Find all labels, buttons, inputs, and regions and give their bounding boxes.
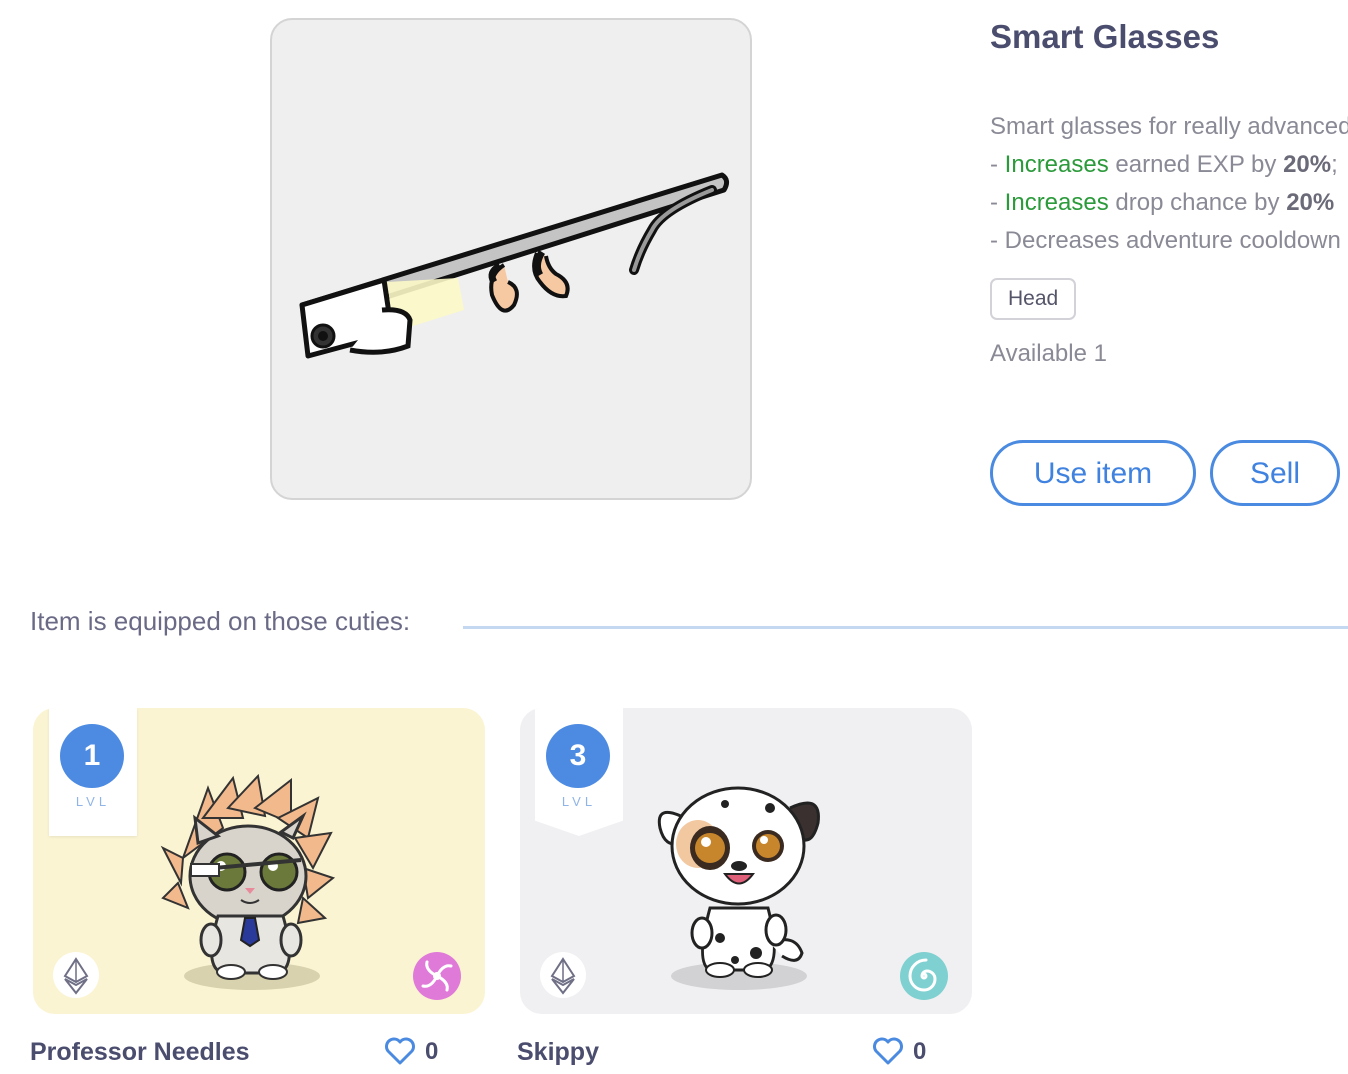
line-value: 20%: [1286, 189, 1335, 216]
section-divider: [463, 626, 1348, 629]
sell-button[interactable]: Sell: [1210, 440, 1340, 506]
level-number: 3: [546, 724, 610, 788]
heart-icon[interactable]: [872, 1036, 904, 1066]
line-value: 20%: [1283, 151, 1332, 178]
level-label: LVL: [561, 794, 597, 809]
item-title: Smart Glasses: [990, 18, 1220, 55]
line-prefix: -: [990, 189, 1005, 216]
ethereum-icon: [53, 952, 99, 998]
air-element-icon: [413, 952, 461, 1000]
equipped-section-label: Item is equipped on those cuties:: [30, 606, 411, 636]
item-info-panel: Smart Glasses Smart glasses for really a…: [990, 0, 1348, 520]
line-prefix: -: [990, 151, 1005, 178]
cutie-name[interactable]: Professor Needles: [30, 1038, 250, 1067]
description-line-cooldown: - Decreases adventure cooldown: [990, 227, 1341, 254]
available-count: Available 1: [990, 340, 1107, 367]
smart-glasses-icon: [299, 172, 730, 359]
description-line-exp: - Increases earned EXP by 20%;: [990, 146, 1348, 184]
level-badge: 1 LVL: [49, 708, 137, 836]
ethereum-icon: [540, 952, 586, 998]
level-number: 1: [60, 724, 124, 788]
cutie-card-skippy[interactable]: 3 LVL: [520, 708, 972, 1014]
likes-count: 0: [425, 1038, 439, 1065]
description-line-drop: - Increases drop chance by 20%: [990, 184, 1348, 222]
item-description: Smart glasses for really advanced - Incr…: [990, 108, 1348, 260]
heart-icon[interactable]: [384, 1036, 416, 1066]
level-label: LVL: [75, 794, 111, 809]
water-element-icon: [900, 952, 948, 1000]
slot-tag: Head: [990, 278, 1077, 320]
line-text: drop chance by: [1108, 189, 1287, 216]
cutie-name[interactable]: Skippy: [517, 1038, 599, 1067]
use-item-button[interactable]: Use item: [990, 440, 1196, 506]
line-suffix: ;: [1331, 151, 1338, 178]
line-text: earned EXP by: [1108, 151, 1284, 178]
item-image: [270, 18, 752, 500]
description-intro: Smart glasses for really advanced: [990, 113, 1348, 140]
level-badge: 3 LVL: [535, 708, 623, 836]
increase-word: Increases: [1004, 151, 1109, 178]
likes-count: 0: [913, 1038, 927, 1065]
cutie-card-professor-needles[interactable]: 1 LVL: [33, 708, 485, 1014]
increase-word: Increases: [1004, 189, 1109, 216]
